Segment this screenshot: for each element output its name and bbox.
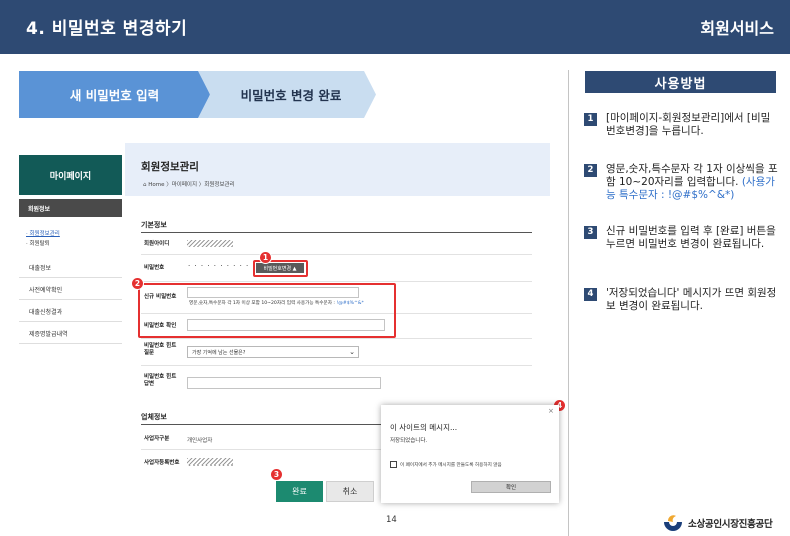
hint-answer-input[interactable] [187, 377, 381, 389]
org-logo-icon [664, 515, 682, 531]
close-icon[interactable]: × [548, 407, 554, 415]
step-number: 4 [584, 288, 597, 301]
member-id-label: 회원아이디 [144, 241, 170, 247]
usage-step-2: 2 영문,숫자,특수문자 각 1자 이상씩을 포함 10~20자리를 입력합니다… [584, 163, 778, 205]
sidebar-sub-withdraw[interactable]: · 회원탈퇴 [26, 239, 50, 247]
section-label: 회원서비스 [700, 19, 774, 38]
row-divider [141, 281, 532, 282]
row-divider [141, 449, 381, 450]
sidebar-section-member[interactable]: 회원정보 [19, 199, 122, 217]
page-number: 14 [386, 515, 397, 525]
row-divider [141, 365, 532, 366]
business-type-label: 사업자구분 [144, 436, 170, 442]
org-name: 소상공인시장진흥공단 [688, 519, 773, 530]
hint-answer-label-1: 비밀번호 힌트 [144, 374, 177, 380]
dialog-ok-button[interactable]: 확인 [471, 481, 551, 493]
usage-title: 사용방법 [585, 71, 776, 93]
hint-question-label: 비밀번호 힌트 질문 [144, 343, 176, 357]
sidebar-sub-member-info[interactable]: · 회원정보관리 [26, 229, 60, 237]
column-divider [568, 70, 569, 536]
step-number: 2 [584, 164, 597, 177]
sidebar-item-loan-result[interactable]: 대출신청결과 [19, 301, 122, 322]
chevron-down-icon: ⌄ [349, 348, 355, 356]
usage-step-1: 1 [마이페이지-회원정보관리]에서 [비밀번호변경]을 누릅니다. [584, 112, 776, 142]
hint-question-value: 가장 기억에 남는 선물은? [192, 349, 246, 356]
marker-1: 1 [259, 251, 272, 264]
breadcrumb: ⌂ Home 〉마이페이지 〉회원정보관리 [143, 182, 235, 188]
sidebar-item-loan[interactable]: 대출정보 [19, 257, 122, 278]
dialog-message: 저장되었습니다. [390, 438, 428, 444]
business-number-label: 사업자등록번호 [144, 460, 180, 466]
done-button[interactable]: 완료 [276, 481, 323, 502]
cancel-button[interactable]: 취소 [326, 481, 374, 502]
business-type-value: 개인사업자 [187, 438, 213, 444]
hint-question-label-2: 질문 [144, 350, 155, 356]
step-new-password: 새 비밀번호 입력 [19, 71, 210, 118]
step-text: 신규 비밀번호를 입력 후 [완료] 버튼을 누르면 비밀번호 변경이 완료됩니… [606, 225, 776, 250]
business-info-title: 업체정보 [141, 413, 167, 421]
sidebar-item-reservation[interactable]: 사전예약확인 [19, 279, 122, 300]
marker-2: 2 [131, 277, 144, 290]
sidebar-item-certificates[interactable]: 제증명발급내역 [19, 323, 122, 344]
hint-question-select[interactable]: 가장 기억에 남는 선물은? ⌄ [187, 346, 359, 358]
usage-step-3: 3 신규 비밀번호를 입력 후 [완료] 버튼을 누르면 비밀번호 변경이 완료… [584, 225, 776, 267]
basic-info-title: 기본정보 [141, 221, 167, 229]
business-number-masked-overlay [187, 458, 233, 465]
step-text-wrap: 영문,숫자,특수문자 각 1자 이상씩을 포함 10~20자리를 입력합니다. … [606, 163, 778, 202]
page-header: 4. 비밀번호 변경하기 회원서비스 [0, 0, 790, 54]
hint-answer-label-2: 답변 [144, 381, 155, 387]
dialog-checkbox[interactable] [390, 461, 397, 468]
password-label: 비밀번호 [144, 265, 165, 271]
row-divider [141, 338, 532, 339]
step-password-complete: 비밀번호 변경 완료 [198, 71, 376, 118]
member-id-masked [187, 240, 233, 247]
step-text: '저장되었습니다' 메시지가 뜨면 회원정보 변경이 완료됩니다. [606, 287, 777, 312]
marker-3: 3 [270, 468, 283, 481]
step-number: 3 [584, 226, 597, 239]
panel-title: 회원정보관리 [141, 161, 199, 173]
step-number: 1 [584, 113, 597, 126]
row-divider [141, 254, 532, 255]
usage-step-4: 4 '저장되었습니다' 메시지가 뜨면 회원정보 변경이 완료됩니다. [584, 287, 776, 317]
section-divider [141, 232, 532, 233]
step-text: [마이페이지-회원정보관리]에서 [비밀번호변경]을 누릅니다. [606, 112, 771, 137]
highlight-box-2 [138, 283, 396, 338]
dialog-checkbox-label: 이 페이지에서 추가 메시지를 만들도록 허용하지 않음 [400, 463, 502, 468]
hint-question-label-1: 비밀번호 힌트 [144, 343, 177, 349]
section-divider [141, 424, 381, 425]
hint-answer-label: 비밀번호 힌트 답변 [144, 374, 176, 388]
page-title: 4. 비밀번호 변경하기 [26, 19, 188, 39]
password-dots: · · · · · · · · · · · [188, 262, 256, 270]
sidebar-header[interactable]: 마이페이지 [19, 155, 122, 195]
dialog-title: 이 사이트의 메시지... [390, 423, 458, 432]
